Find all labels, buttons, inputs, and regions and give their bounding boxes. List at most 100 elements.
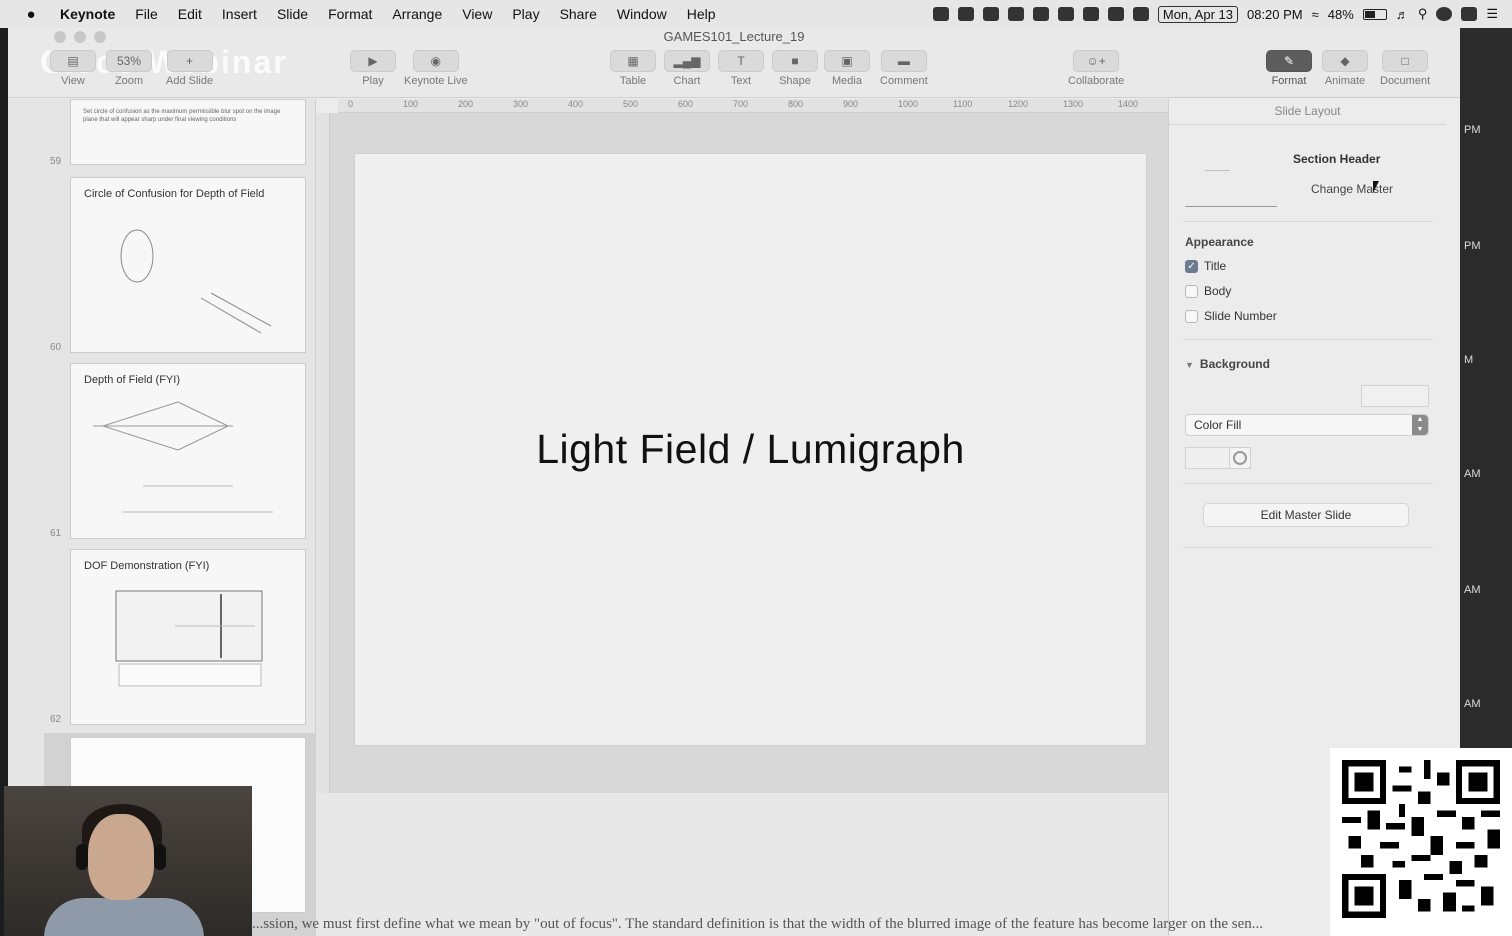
media-label: Media bbox=[832, 75, 862, 87]
comment-label: Comment bbox=[880, 75, 928, 87]
thumbnail-title: DOF Demonstration (FYI) bbox=[84, 560, 210, 572]
status-screen-icon[interactable] bbox=[982, 7, 999, 21]
shape-button[interactable]: ■ Shape bbox=[772, 50, 818, 87]
title-checkbox-row[interactable]: ✓ Title bbox=[1185, 259, 1226, 273]
location-icon[interactable] bbox=[1107, 7, 1124, 21]
list-menu-icon[interactable]: ☰ bbox=[1486, 6, 1498, 22]
background-heading[interactable]: ▼ Background bbox=[1185, 357, 1270, 371]
apple-menu-icon[interactable]: ● bbox=[16, 6, 46, 23]
body-checkbox[interactable] bbox=[1185, 284, 1198, 298]
slide-number-checkbox[interactable] bbox=[1185, 309, 1198, 323]
menu-play[interactable]: Play bbox=[502, 6, 549, 22]
ruler-mark: 1300 bbox=[1063, 99, 1084, 109]
app-menu[interactable]: Keynote bbox=[46, 6, 125, 22]
shape-icon: ■ bbox=[772, 50, 818, 72]
body-checkbox-row[interactable]: Body bbox=[1185, 284, 1231, 298]
screen: ● Keynote File Edit Insert Slide Format … bbox=[0, 0, 1512, 936]
menu-window[interactable]: Window bbox=[607, 6, 677, 22]
cloud-icon[interactable] bbox=[1057, 7, 1074, 21]
document-button[interactable]: □ Document bbox=[1380, 50, 1430, 87]
menu-file[interactable]: File bbox=[125, 6, 168, 22]
ruler-mark: 1100 bbox=[953, 99, 973, 109]
play-label: Play bbox=[362, 75, 384, 87]
disclosure-triangle-icon[interactable]: ▼ bbox=[1185, 360, 1194, 370]
slide-number-checkbox-row[interactable]: Slide Number bbox=[1185, 309, 1277, 323]
slide-number: 59 bbox=[50, 156, 62, 167]
slide-thumbnail[interactable]: DOF Demonstration (FYI) bbox=[70, 549, 306, 725]
menu-share[interactable]: Share bbox=[550, 6, 607, 22]
menu-bar: ● Keynote File Edit Insert Slide Format … bbox=[0, 0, 1512, 28]
paintbrush-icon: ✎ bbox=[1266, 50, 1312, 72]
master-thumbnail-text: ————— bbox=[1205, 168, 1230, 174]
title-checkbox[interactable]: ✓ bbox=[1185, 259, 1198, 273]
volume-icon[interactable]: ♬ bbox=[1396, 7, 1409, 22]
diamond-icon: ◆ bbox=[1322, 50, 1368, 72]
notes-area bbox=[316, 793, 1168, 936]
change-master-button[interactable]: Change Master bbox=[1311, 182, 1393, 196]
menubar-date[interactable]: Mon, Apr 13 bbox=[1157, 5, 1238, 23]
window-title: GAMES101_Lecture_19 bbox=[663, 29, 805, 44]
layout-name: Section Header bbox=[1293, 152, 1381, 166]
ruler-mark: 400 bbox=[568, 99, 584, 109]
menubar-time[interactable]: 08:20 PM bbox=[1247, 7, 1303, 22]
add-slide-label: Add Slide bbox=[166, 75, 214, 87]
chart-button[interactable]: ▂▄▆ Chart bbox=[664, 50, 710, 87]
comment-button[interactable]: ▬ Comment bbox=[880, 50, 928, 87]
slide-layout-tab[interactable]: Slide Layout bbox=[1169, 99, 1446, 125]
media-button[interactable]: ▣ Media bbox=[824, 50, 870, 87]
menu-format[interactable]: Format bbox=[318, 6, 382, 22]
keyboard-icon[interactable] bbox=[1132, 7, 1149, 21]
menu-insert[interactable]: Insert bbox=[212, 6, 267, 22]
view-button[interactable]: ▤ View bbox=[50, 50, 96, 87]
text-button[interactable]: T Text bbox=[718, 50, 764, 87]
menu-view[interactable]: View bbox=[452, 6, 502, 22]
status-chat-icon[interactable] bbox=[1007, 7, 1024, 21]
zoom-menu[interactable]: 53% Zoom bbox=[106, 50, 152, 87]
text-icon: T bbox=[718, 50, 764, 72]
background-color-swatch[interactable] bbox=[1361, 385, 1429, 407]
divider bbox=[1183, 547, 1433, 548]
menu-help[interactable]: Help bbox=[677, 6, 726, 22]
ruler-mark: 600 bbox=[678, 99, 694, 109]
wifi-icon[interactable]: ≈ bbox=[1312, 7, 1319, 22]
add-slide-button[interactable]: + Add Slide bbox=[166, 50, 213, 87]
fill-type-select[interactable]: Color Fill ▲ ▼ bbox=[1185, 414, 1429, 436]
slide-thumbnail[interactable]: Set circle of confusion as the maximum p… bbox=[70, 99, 306, 165]
play-button[interactable]: ▶ Play bbox=[350, 50, 396, 87]
format-button[interactable]: ✎ Format bbox=[1266, 50, 1312, 87]
menu-arrange[interactable]: Arrange bbox=[382, 6, 452, 22]
animate-button[interactable]: ◆ Animate bbox=[1322, 50, 1368, 87]
current-slide[interactable]: Light Field / Lumigraph bbox=[354, 153, 1147, 746]
broadcast-icon: ◉ bbox=[412, 50, 459, 72]
collaborate-button[interactable]: ☺+ Collaborate bbox=[1068, 50, 1124, 87]
dof-demo-image bbox=[115, 590, 263, 687]
status-area: Mon, Apr 13 08:20 PM ≈ 48% ♬ ⚲ ☰ bbox=[932, 5, 1512, 23]
status-app-icon[interactable] bbox=[932, 7, 949, 21]
table-button[interactable]: ▦ Table bbox=[610, 50, 656, 87]
ruler-mark: 500 bbox=[623, 99, 639, 109]
keynote-live-label: Keynote Live bbox=[404, 75, 468, 87]
subtitle-text: ...ssion, we must first define what we m… bbox=[252, 916, 1263, 932]
menu-edit[interactable]: Edit bbox=[168, 6, 212, 22]
status-record-icon[interactable] bbox=[957, 7, 974, 21]
ruler-mark: 800 bbox=[788, 99, 804, 109]
presenter-face bbox=[88, 814, 154, 900]
slide-thumbnail[interactable]: Circle of Confusion for Depth of Field bbox=[70, 177, 306, 353]
slide-number: 62 bbox=[50, 714, 62, 725]
edit-master-slide-button[interactable]: Edit Master Slide bbox=[1203, 503, 1409, 527]
color-picker-button[interactable] bbox=[1229, 447, 1251, 469]
menu-slide[interactable]: Slide bbox=[267, 6, 318, 22]
mountain-icon[interactable] bbox=[1082, 7, 1099, 21]
slide-title[interactable]: Light Field / Lumigraph bbox=[536, 426, 965, 473]
select-arrows-icon: ▲ ▼ bbox=[1412, 415, 1428, 435]
qr-code bbox=[1330, 748, 1512, 936]
slide-thumbnail[interactable]: Depth of Field (FYI) bbox=[70, 363, 306, 539]
keynote-live-button[interactable]: ◉ Keynote Live bbox=[404, 50, 468, 87]
flag-icon[interactable] bbox=[1461, 7, 1478, 21]
user-icon[interactable] bbox=[1436, 7, 1453, 21]
dropbox-icon[interactable] bbox=[1032, 7, 1049, 21]
search-icon[interactable]: ⚲ bbox=[1418, 6, 1428, 22]
zoom-label: Zoom bbox=[114, 75, 144, 87]
ruler-mark: 1400 bbox=[1118, 99, 1139, 109]
battery-icon[interactable] bbox=[1362, 8, 1387, 20]
